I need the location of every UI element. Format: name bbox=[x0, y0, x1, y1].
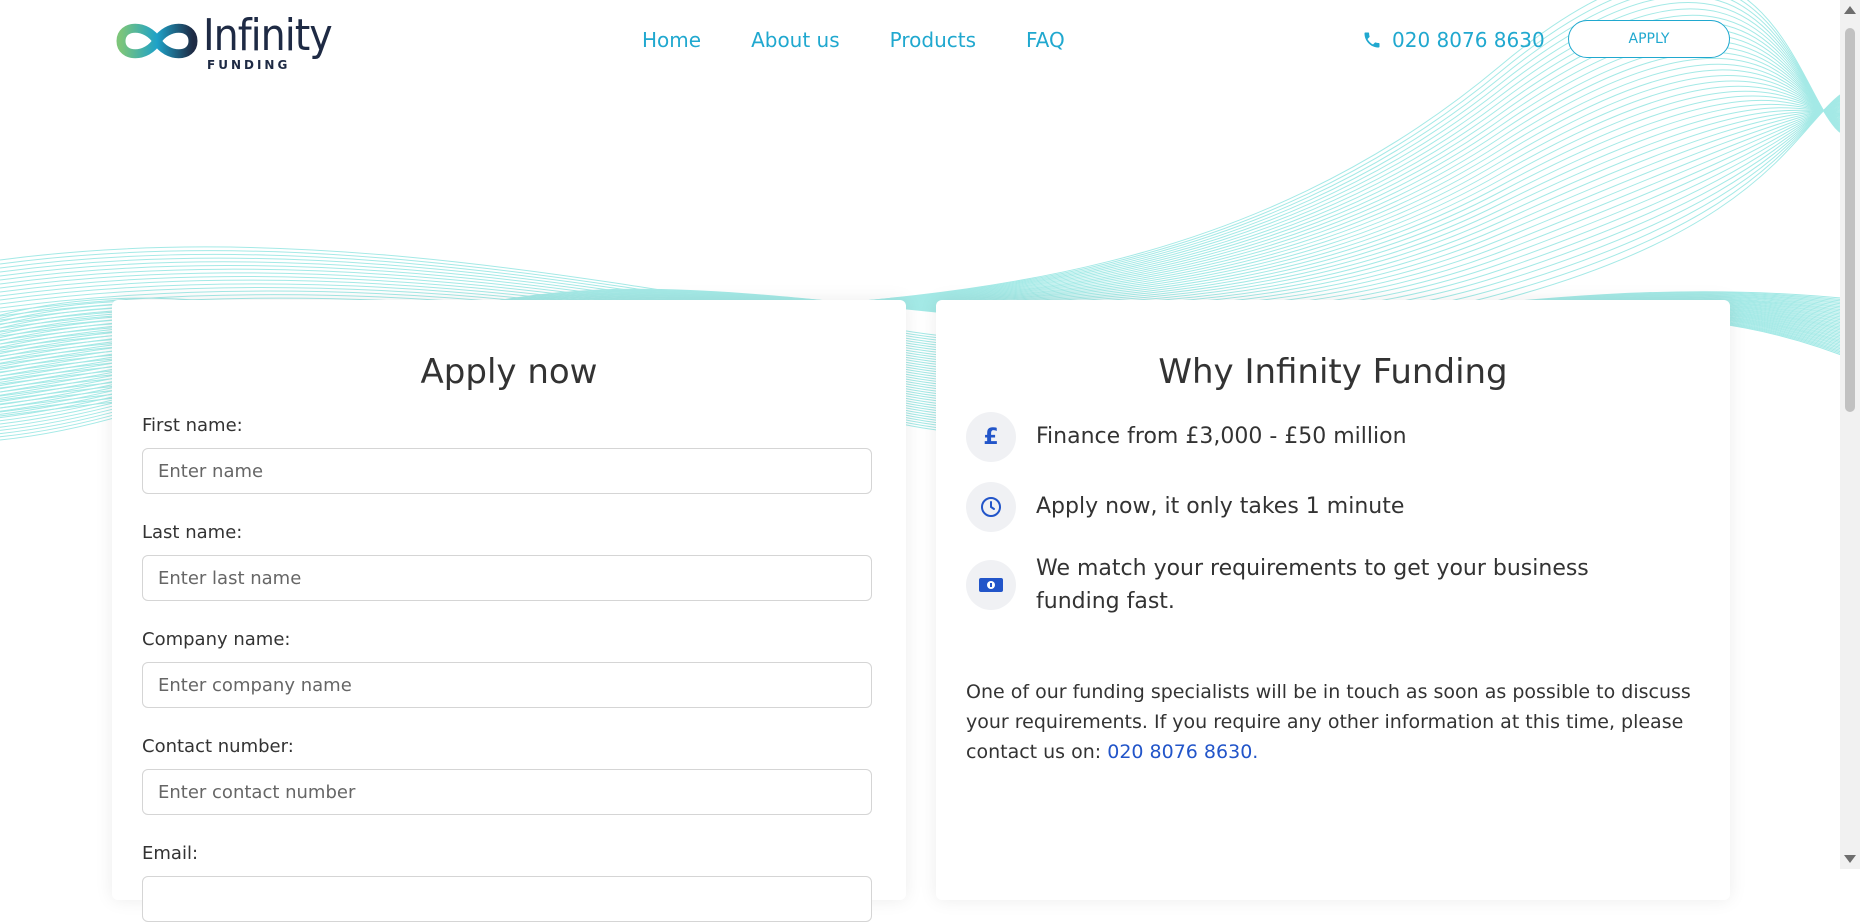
scroll-up-arrow-icon[interactable] bbox=[1844, 6, 1856, 14]
first-name-input[interactable] bbox=[142, 448, 872, 494]
feature-item: £ Finance from £3,000 - £50 million bbox=[966, 412, 1676, 462]
email-input[interactable] bbox=[142, 876, 872, 922]
contact-phone-link[interactable]: 020 8076 8630. bbox=[1107, 741, 1258, 763]
apply-form-title: Apply now bbox=[420, 352, 598, 392]
logo[interactable]: Infinity FUNDING bbox=[115, 10, 335, 74]
apply-form-card: Apply now First name: Last name: Company… bbox=[112, 300, 906, 922]
company-name-input[interactable] bbox=[142, 662, 872, 708]
money-icon bbox=[966, 560, 1016, 610]
nav-about-us[interactable]: About us bbox=[751, 28, 840, 52]
email-label: Email: bbox=[142, 843, 199, 864]
apply-button[interactable]: APPLY bbox=[1568, 20, 1730, 58]
phone-icon bbox=[1364, 32, 1380, 48]
first-name-label: First name: bbox=[142, 415, 243, 436]
logo-wordmark: Infinity bbox=[203, 10, 333, 61]
first-name-field: First name: bbox=[142, 414, 872, 494]
feature-item: We match your requirements to get your b… bbox=[966, 552, 1676, 618]
last-name-input[interactable] bbox=[142, 555, 872, 601]
contact-info: One of our funding specialists will be i… bbox=[966, 677, 1706, 767]
infinity-logo-icon bbox=[116, 23, 198, 59]
contact-info-text: One of our funding specialists will be i… bbox=[966, 681, 1691, 763]
email-field: Email: bbox=[142, 842, 872, 922]
why-title: Why Infinity Funding bbox=[1158, 352, 1508, 392]
nav-home[interactable]: Home bbox=[642, 28, 701, 52]
feature-text: We match your requirements to get your b… bbox=[1036, 556, 1589, 614]
contact-number-label: Contact number: bbox=[142, 736, 294, 757]
clock-icon bbox=[966, 482, 1016, 532]
page-scrollbar[interactable] bbox=[1840, 0, 1860, 869]
scroll-thumb[interactable] bbox=[1845, 28, 1855, 412]
why-card: Why Infinity Funding £ Finance from £3,0… bbox=[936, 300, 1730, 900]
feature-text: Finance from £3,000 - £50 million bbox=[1036, 424, 1407, 449]
logo-subtitle: FUNDING bbox=[207, 58, 291, 72]
last-name-field: Last name: bbox=[142, 521, 872, 601]
feature-text: Apply now, it only takes 1 minute bbox=[1036, 494, 1405, 519]
company-name-field: Company name: bbox=[142, 628, 872, 708]
main-nav: Home About us Products FAQ bbox=[642, 28, 1115, 52]
contact-number-input[interactable] bbox=[142, 769, 872, 815]
nav-faq[interactable]: FAQ bbox=[1026, 28, 1065, 52]
site-header: Infinity FUNDING Home About us Products … bbox=[0, 0, 1840, 82]
last-name-label: Last name: bbox=[142, 522, 243, 543]
company-name-label: Company name: bbox=[142, 629, 291, 650]
pound-icon: £ bbox=[966, 412, 1016, 462]
header-phone[interactable]: 020 8076 8630 bbox=[1362, 28, 1545, 52]
scroll-down-arrow-icon[interactable] bbox=[1844, 855, 1856, 863]
header-phone-number: 020 8076 8630 bbox=[1392, 28, 1545, 52]
contact-number-field: Contact number: bbox=[142, 735, 872, 815]
nav-products[interactable]: Products bbox=[890, 28, 976, 52]
feature-item: Apply now, it only takes 1 minute bbox=[966, 482, 1676, 532]
